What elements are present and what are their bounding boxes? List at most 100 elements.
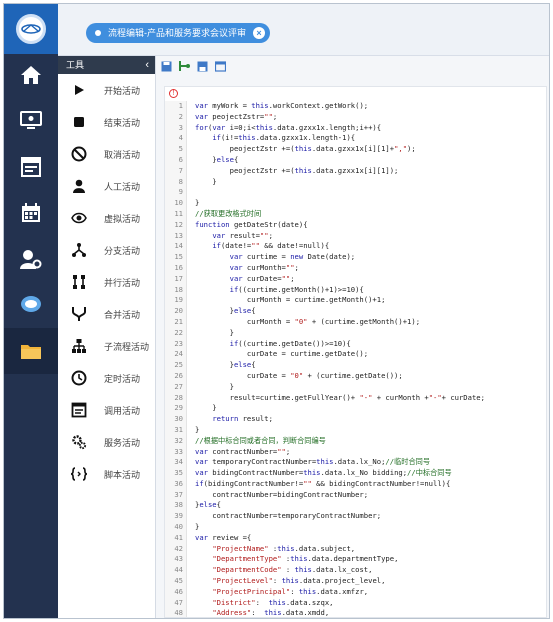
nav-monitor[interactable]	[4, 98, 58, 144]
line-number: 25	[174, 360, 183, 370]
user-settings-icon	[20, 250, 42, 269]
tool-script-activity[interactable]: 脚本活动	[58, 458, 155, 490]
code-line[interactable]: 40}	[165, 522, 546, 533]
code-line[interactable]: 43 "DepartmentType" :this.data.departmen…	[165, 554, 546, 565]
code-line[interactable]: 30 return result;	[165, 414, 546, 425]
code-line[interactable]: 13 var result="";	[165, 231, 546, 242]
code-text: "ProjectName" :this.data.subject,	[212, 543, 356, 553]
nav-messages[interactable]	[4, 282, 58, 328]
code-line[interactable]: 6 }else{	[165, 155, 546, 166]
code-line[interactable]: 23 if((curtime.getDate())>=10){	[165, 339, 546, 350]
flow-icon[interactable]	[178, 60, 190, 72]
code-line[interactable]: 3 for(var i=0;i<this.data.gzxx1x.length;i…	[165, 123, 546, 134]
code-lines[interactable]: 1 var myWork = this.workContext.getWork()…	[165, 101, 546, 618]
tool-virtual-activity[interactable]: 虚拟活动	[58, 202, 155, 234]
monitor-icon	[20, 111, 42, 129]
code-line[interactable]: 31}	[165, 425, 546, 436]
code-line[interactable]: 8 }	[165, 177, 546, 188]
code-line[interactable]: 27 }	[165, 382, 546, 393]
code-line[interactable]: 28 result=curtime.getFullYear()+ "-" + c…	[165, 393, 546, 404]
save-icon[interactable]	[160, 60, 172, 72]
code-line[interactable]: 32 //根据中标合同或者合同，判断合同编号	[165, 436, 546, 447]
line-number: 2	[178, 111, 183, 121]
code-line[interactable]: 38}else{	[165, 500, 546, 511]
nav-folder[interactable]	[4, 328, 58, 374]
code-line[interactable]: 20 }else{	[165, 306, 546, 317]
code-line[interactable]: 22 }	[165, 328, 546, 339]
line-number: 48	[174, 608, 183, 618]
code-line[interactable]: 9	[165, 187, 546, 198]
nav-home[interactable]	[4, 52, 58, 98]
code-line[interactable]: 42 "ProjectName" :this.data.subject,	[165, 544, 546, 555]
code-line[interactable]: 11 //获取更改格式时间	[165, 209, 546, 220]
tool-branch-activity[interactable]: 分支活动	[58, 234, 155, 266]
code-text: var curtime = new Date(date);	[229, 252, 356, 262]
tool-manual-activity[interactable]: 人工活动	[58, 170, 155, 202]
tool-timer-activity[interactable]: 定时活动	[58, 362, 155, 394]
line-number: 14	[174, 241, 183, 251]
code-line[interactable]: 21 curMonth = "0" + (curtime.getMonth()+…	[165, 317, 546, 328]
code-line[interactable]: 33 var contractNumber="";	[165, 447, 546, 458]
tool-label: 并行活动	[104, 277, 141, 288]
code-line[interactable]: 39 contractNumber=temporaryContractNumbe…	[165, 511, 546, 522]
tool-parallel-activity[interactable]: 并行活动	[58, 266, 155, 298]
line-number: 36	[174, 478, 183, 488]
tool-cancel-activity[interactable]: 取消活动	[58, 138, 155, 170]
merge-icon	[68, 303, 90, 325]
branch-icon	[68, 239, 90, 261]
tool-merge-activity[interactable]: 合并活动	[58, 298, 155, 330]
code-line[interactable]: 46 "ProjectPrincipal": this.data.xmfzr,	[165, 587, 546, 598]
code-line[interactable]: 25 }else{	[165, 360, 546, 371]
tool-service-activity[interactable]: 服务活动	[58, 426, 155, 458]
line-number: 28	[174, 392, 183, 402]
code-line[interactable]: 29 }	[165, 403, 546, 414]
code-line[interactable]: 45 "ProjectLevel": this.data.project_lev…	[165, 576, 546, 587]
code-line[interactable]: 14 if(date!="" && date!=null){	[165, 241, 546, 252]
nav-forms[interactable]	[4, 144, 58, 190]
code-line[interactable]: 18 if((curtime.getMonth()+1)>=10){	[165, 285, 546, 296]
tool-label: 服务活动	[104, 437, 141, 448]
tool-panel-title: 工具	[66, 60, 85, 70]
code-line[interactable]: 41 var review ={	[165, 533, 546, 544]
code-line[interactable]: 1 var myWork = this.workContext.getWork()…	[165, 101, 546, 112]
code-line[interactable]: 24 curDate = curtime.getDate();	[165, 349, 546, 360]
code-line[interactable]: 2 var peojectZstr="";	[165, 112, 546, 123]
code-line[interactable]: 4 if(i!=this.data.gzxx1x.length-1){	[165, 133, 546, 144]
collapse-icon[interactable]: ‹	[145, 56, 149, 74]
line-number: 16	[174, 262, 183, 272]
tool-subflow-activity[interactable]: 子流程活动	[58, 330, 155, 362]
line-number: 7	[178, 165, 183, 175]
nav-calendar[interactable]	[4, 190, 58, 236]
tool-start-activity[interactable]: 开始活动	[58, 74, 155, 106]
code-line[interactable]: 16 var curMonth="";	[165, 263, 546, 274]
code-line[interactable]: 5 peojectZstr +=(this.data.gzxx1x[i][1]+…	[165, 144, 546, 155]
call-icon	[68, 399, 90, 421]
properties-icon[interactable]	[214, 60, 226, 72]
code-line[interactable]: 35 var bidingContractNumber=this.data.lx_…	[165, 468, 546, 479]
code-line[interactable]: 17 var curDate="";	[165, 274, 546, 285]
code-line[interactable]: 37 contractNumber=bidingContractNumber;	[165, 490, 546, 501]
code-line[interactable]: 48 "Address": this.data.xmdd,	[165, 608, 546, 618]
nav-user-settings[interactable]	[4, 236, 58, 282]
code-line[interactable]: 44 "DepartmentCode" : this.data.lx_cost,	[165, 565, 546, 576]
line-number: 6	[178, 154, 183, 164]
close-icon[interactable]: ×	[253, 27, 265, 39]
tool-call-activity[interactable]: 调用活动	[58, 394, 155, 426]
code-text: peojectZstr +=(this.data.gzxx1x[i][1]);	[195, 165, 399, 175]
code-line[interactable]: 12 function getDateStr(date){	[165, 220, 546, 231]
code-line[interactable]: 10}	[165, 198, 546, 209]
code-line[interactable]: 19 curMonth = curtime.getMonth()+1;	[165, 295, 546, 306]
code-line[interactable]: 7 peojectZstr +=(this.data.gzxx1x[i][1])…	[165, 166, 546, 177]
save-as-icon[interactable]	[196, 60, 208, 72]
code-line[interactable]: 34 var temporaryContractNumber=this.data.…	[165, 457, 546, 468]
code-line[interactable]: 36 if(bidingContractNumber!="" && bidingC…	[165, 479, 546, 490]
code-line[interactable]: 15 var curtime = new Date(date);	[165, 252, 546, 263]
tool-end-activity[interactable]: 结束活动	[58, 106, 155, 138]
code-text: var peojectZstr="";	[195, 111, 278, 121]
line-number: 33	[174, 446, 183, 456]
code-line[interactable]: 47 "District": this.data.szqx,	[165, 598, 546, 609]
tab-process-edit[interactable]: 流程编辑-产品和服务要求会议评审 ×	[86, 23, 270, 43]
tool-label: 定时活动	[104, 373, 141, 384]
code-editor[interactable]: ! 1 var myWork = this.workContext.getWork…	[164, 86, 547, 618]
code-line[interactable]: 26 curDate = "0" + (curtime.getDate());	[165, 371, 546, 382]
